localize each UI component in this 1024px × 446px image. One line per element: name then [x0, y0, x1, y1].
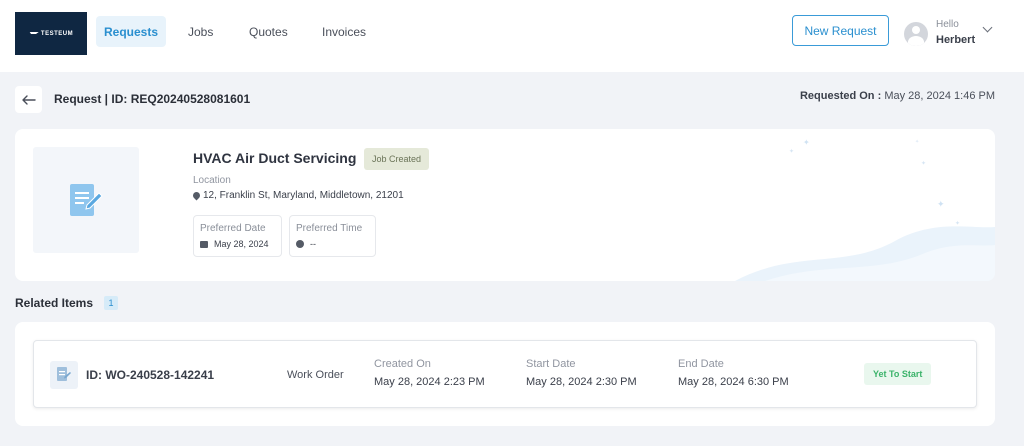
arrow-left-icon: [21, 94, 36, 105]
work-order-status-badge: Yet To Start: [864, 363, 932, 385]
nav-invoices[interactable]: Invoices: [314, 16, 374, 47]
created-on-value: May 28, 2024 2:23 PM: [374, 376, 485, 388]
start-date-value: May 28, 2024 2:30 PM: [526, 376, 637, 388]
nav-quotes[interactable]: Quotes: [241, 16, 296, 47]
location-text: 12, Franklin St, Maryland, Middletown, 2…: [203, 190, 404, 201]
request-thumbnail: [33, 147, 139, 253]
preferred-time-box: Preferred Time --: [289, 215, 376, 257]
preferred-time-text: --: [310, 239, 316, 249]
svg-text:✦: ✦: [955, 220, 960, 227]
document-edit-icon: [70, 184, 103, 216]
svg-text:✦: ✦: [803, 138, 810, 147]
requested-on: Requested On : May 28, 2024 1:46 PM: [800, 90, 995, 102]
work-order-id[interactable]: ID: WO-240528-142241: [86, 368, 214, 382]
end-date-label: End Date: [678, 358, 724, 370]
related-item-row[interactable]: ID: WO-240528-142241 Work Order Created …: [33, 340, 977, 408]
work-order-icon: [50, 361, 78, 389]
user-name: Herbert: [936, 34, 976, 46]
service-title: HVAC Air Duct Servicing: [193, 150, 357, 166]
avatar: [904, 22, 928, 46]
top-navigation-bar: TESTEUM Requests Jobs Quotes Invoices Ne…: [0, 0, 1024, 72]
requested-on-value: May 28, 2024 1:46 PM: [884, 90, 995, 102]
back-button[interactable]: [15, 86, 42, 113]
decorative-wave-icon: ✦ ✦ ✦ ✦ ✦ ✦: [735, 138, 995, 281]
preferred-date-value: May 28, 2024: [200, 239, 269, 249]
new-request-button[interactable]: New Request: [792, 15, 889, 46]
svg-text:✦: ✦: [937, 199, 945, 209]
request-details-card: HVAC Air Duct Servicing Job Created Loca…: [15, 129, 995, 281]
document-edit-icon: [57, 367, 71, 381]
svg-text:✦: ✦: [921, 160, 926, 167]
work-order-type: Work Order: [287, 369, 344, 381]
map-pin-icon: [191, 190, 202, 201]
user-menu[interactable]: Hello Herbert: [904, 18, 1004, 50]
calendar-icon: [200, 240, 208, 248]
svg-text:✦: ✦: [789, 148, 794, 155]
user-greeting: Hello: [936, 19, 959, 30]
preferred-date-text: May 28, 2024: [214, 239, 269, 249]
nav-requests[interactable]: Requests: [96, 16, 167, 47]
svg-text:✦: ✦: [915, 139, 919, 145]
page-title: Request | ID: REQ20240528081601: [54, 92, 251, 106]
preferred-time-label: Preferred Time: [296, 223, 363, 234]
logo-wordmark: TESTEUM: [40, 30, 74, 37]
brand-logo[interactable]: TESTEUM: [15, 12, 87, 55]
status-badge: Job Created: [364, 148, 430, 170]
related-items-card: ID: WO-240528-142241 Work Order Created …: [15, 322, 995, 426]
logo-mark-icon: [28, 31, 39, 36]
requested-on-label: Requested On :: [799, 90, 882, 102]
related-items-count-badge: 1: [104, 296, 118, 310]
preferred-date-label: Preferred Date: [200, 223, 266, 234]
chevron-down-icon[interactable]: [982, 22, 993, 33]
preferred-date-box: Preferred Date May 28, 2024: [193, 215, 282, 257]
location-value: 12, Franklin St, Maryland, Middletown, 2…: [191, 190, 404, 201]
preferred-time-value: --: [296, 239, 316, 249]
related-items-heading: Related Items: [15, 296, 94, 310]
location-label: Location: [193, 175, 231, 186]
created-on-label: Created On: [374, 358, 431, 370]
clock-icon: [296, 240, 304, 248]
end-date-value: May 28, 2024 6:30 PM: [678, 376, 789, 388]
start-date-label: Start Date: [526, 358, 576, 370]
nav-jobs[interactable]: Jobs: [180, 16, 221, 47]
